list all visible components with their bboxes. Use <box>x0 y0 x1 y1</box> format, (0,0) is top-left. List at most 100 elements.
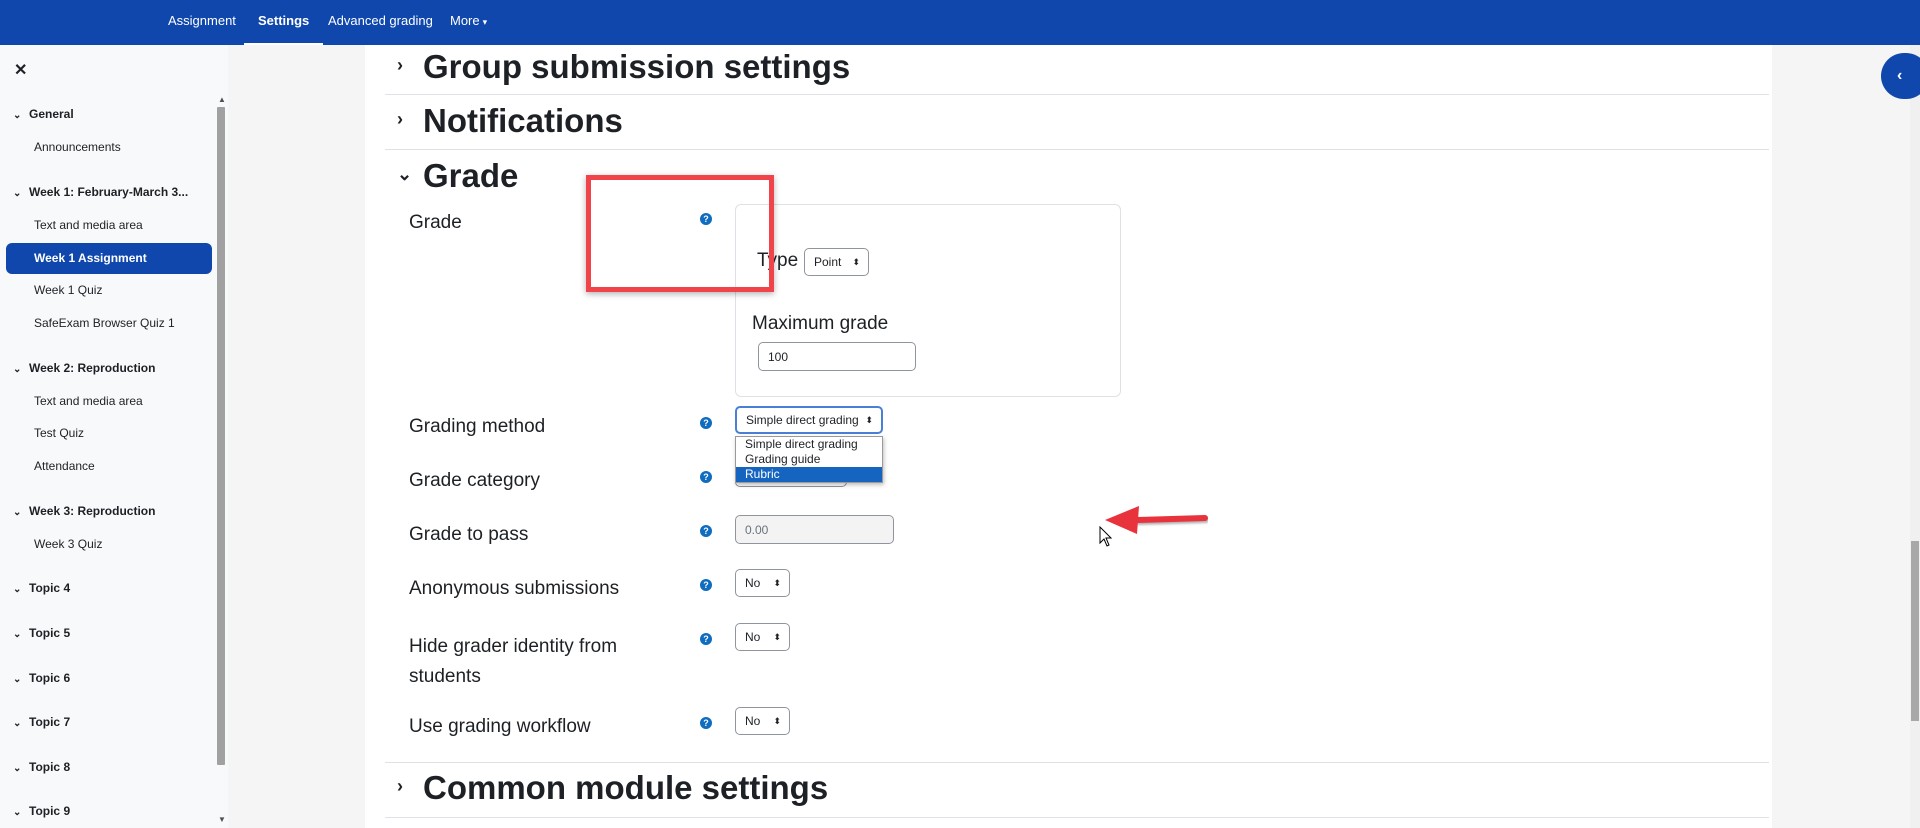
header-text: Group submission settings <box>423 48 851 85</box>
chevron-down-icon: ⌄ <box>13 507 22 518</box>
grade-category-label: Grade category <box>409 470 540 491</box>
scrollbar-thumb[interactable] <box>217 107 225 765</box>
section-title: Topic 6 <box>29 671 71 685</box>
help-icon[interactable]: ? <box>700 633 712 645</box>
chevron-down-icon: ⌄ <box>13 110 22 121</box>
divider <box>385 762 1769 763</box>
section-title: Topic 7 <box>29 715 71 729</box>
course-item[interactable]: Week 1 Quiz <box>34 283 102 297</box>
drawer-scrollbar[interactable] <box>217 97 226 807</box>
section-title: Topic 9 <box>29 804 71 818</box>
chevron-down-icon: ⌄ <box>13 364 22 375</box>
course-item[interactable]: Test Quiz <box>34 426 84 440</box>
section-title: Topic 8 <box>29 760 71 774</box>
maximum-grade-input[interactable] <box>758 342 916 371</box>
chevron-down-icon: ⌄ <box>13 718 22 729</box>
chevron-right-icon: › <box>397 54 403 75</box>
chevron-right-icon: › <box>397 108 403 129</box>
section-title: Topic 5 <box>29 626 71 640</box>
notifications-header[interactable]: › Notifications <box>397 102 623 140</box>
grading-method-select[interactable]: Simple direct grading ⬍ <box>735 406 883 434</box>
hide-grader-select[interactable]: No ⬍ <box>735 623 790 651</box>
tab-assignment[interactable]: Assignment <box>168 0 236 45</box>
course-item-active[interactable]: Week 1 Assignment <box>6 243 212 274</box>
select-value: No <box>745 714 761 728</box>
divider <box>385 94 1769 95</box>
section-topic-6[interactable]: ⌄ Topic 6 <box>13 671 70 685</box>
mouse-cursor-icon <box>1099 526 1113 547</box>
chevron-left-icon[interactable]: ‹ <box>1881 53 1920 99</box>
help-icon[interactable]: ? <box>700 717 712 729</box>
updown-icon: ⬍ <box>773 632 781 642</box>
chevron-down-icon: ⌄ <box>13 674 22 685</box>
scrollbar-thumb[interactable] <box>1911 541 1919 721</box>
section-topic-5[interactable]: ⌄ Topic 5 <box>13 626 70 640</box>
course-item[interactable]: Text and media area <box>34 218 143 232</box>
group-submission-header[interactable]: › Group submission settings <box>397 48 850 86</box>
select-value: Simple direct grading <box>746 413 859 427</box>
section-title: Topic 4 <box>29 581 71 595</box>
section-topic-7[interactable]: ⌄ Topic 7 <box>13 715 70 729</box>
updown-icon: ⬍ <box>865 415 873 425</box>
course-item[interactable]: Week 3 Quiz <box>34 537 102 551</box>
section-title: Week 1: February-March 3... <box>29 185 189 199</box>
annotation-arrow-icon <box>1105 506 1208 534</box>
select-value: No <box>745 576 761 590</box>
section-week-3[interactable]: ⌄ Week 3: Reproduction <box>13 504 155 518</box>
section-topic-8[interactable]: ⌄ Topic 8 <box>13 760 70 774</box>
anonymous-submissions-label: Anonymous submissions <box>409 578 620 599</box>
close-icon[interactable]: ✕ <box>14 60 27 80</box>
header-text: Grade <box>423 157 519 194</box>
option-simple-direct-grading[interactable]: Simple direct grading <box>736 437 882 452</box>
grading-method-label: Grading method <box>409 416 546 437</box>
option-grading-guide[interactable]: Grading guide <box>736 452 882 467</box>
grading-workflow-select[interactable]: No ⬍ <box>735 707 790 735</box>
grade-type-select[interactable]: Point ⬍ <box>804 248 869 276</box>
chevron-down-icon: ⌄ <box>13 807 22 818</box>
help-icon[interactable]: ? <box>700 471 712 483</box>
hide-grader-label: Hide grader identity from students <box>409 636 618 687</box>
section-topic-4[interactable]: ⌄ Topic 4 <box>13 581 70 595</box>
chevron-down-icon: ▾ <box>482 16 488 27</box>
main-content: › Group submission settings › Notification… <box>228 45 1920 828</box>
course-item[interactable]: Text and media area <box>34 394 143 408</box>
grade-to-pass-input[interactable] <box>735 515 894 544</box>
chevron-down-icon: ⌄ <box>13 584 22 595</box>
header-text: Common module settings <box>423 769 829 806</box>
grade-label: Grade <box>409 212 462 233</box>
tab-more[interactable]: More ▾ <box>450 0 487 45</box>
tab-more-label: More <box>450 13 480 28</box>
chevron-down-icon: ⌄ <box>13 629 22 640</box>
help-icon[interactable]: ? <box>700 417 712 429</box>
annotation-highlight-box <box>586 175 774 292</box>
section-title: Week 2: Reproduction <box>29 361 156 375</box>
section-week-2[interactable]: ⌄ Week 2: Reproduction <box>13 361 155 375</box>
select-value: Point <box>814 255 842 269</box>
updown-icon: ⬍ <box>773 716 781 726</box>
course-item[interactable]: Attendance <box>34 459 95 473</box>
grading-method-options: Simple direct grading Grading guide Rubr… <box>735 436 883 483</box>
grade-fieldset: Type Point ⬍ Maximum grade <box>735 204 1121 397</box>
course-item[interactable]: Announcements <box>34 140 121 154</box>
header-text: Notifications <box>423 102 623 139</box>
scroll-down-icon[interactable]: ▼ <box>218 815 226 824</box>
course-item[interactable]: SafeExam Browser Quiz 1 <box>34 316 175 330</box>
help-icon[interactable]: ? <box>700 525 712 537</box>
option-rubric[interactable]: Rubric <box>736 467 882 482</box>
chevron-right-icon: › <box>397 775 403 796</box>
divider <box>385 149 1769 150</box>
page-scrollbar[interactable] <box>1910 45 1920 828</box>
grading-workflow-label: Use grading workflow <box>409 716 591 737</box>
tab-advanced-grading[interactable]: Advanced grading <box>328 0 433 45</box>
help-icon[interactable]: ? <box>700 579 712 591</box>
grade-header[interactable]: ⌄ Grade <box>397 157 518 195</box>
chevron-down-icon: ⌄ <box>397 163 413 184</box>
common-module-header[interactable]: › Common module settings <box>397 769 828 807</box>
select-value: No <box>745 630 761 644</box>
anonymous-submissions-select[interactable]: No ⬍ <box>735 569 790 597</box>
section-general[interactable]: ⌄ General <box>13 107 74 121</box>
tab-settings[interactable]: Settings <box>243 0 324 45</box>
divider <box>385 817 1769 818</box>
section-week-1[interactable]: ⌄ Week 1: February-March 3... <box>13 185 188 199</box>
section-topic-9[interactable]: ⌄ Topic 9 <box>13 804 70 818</box>
